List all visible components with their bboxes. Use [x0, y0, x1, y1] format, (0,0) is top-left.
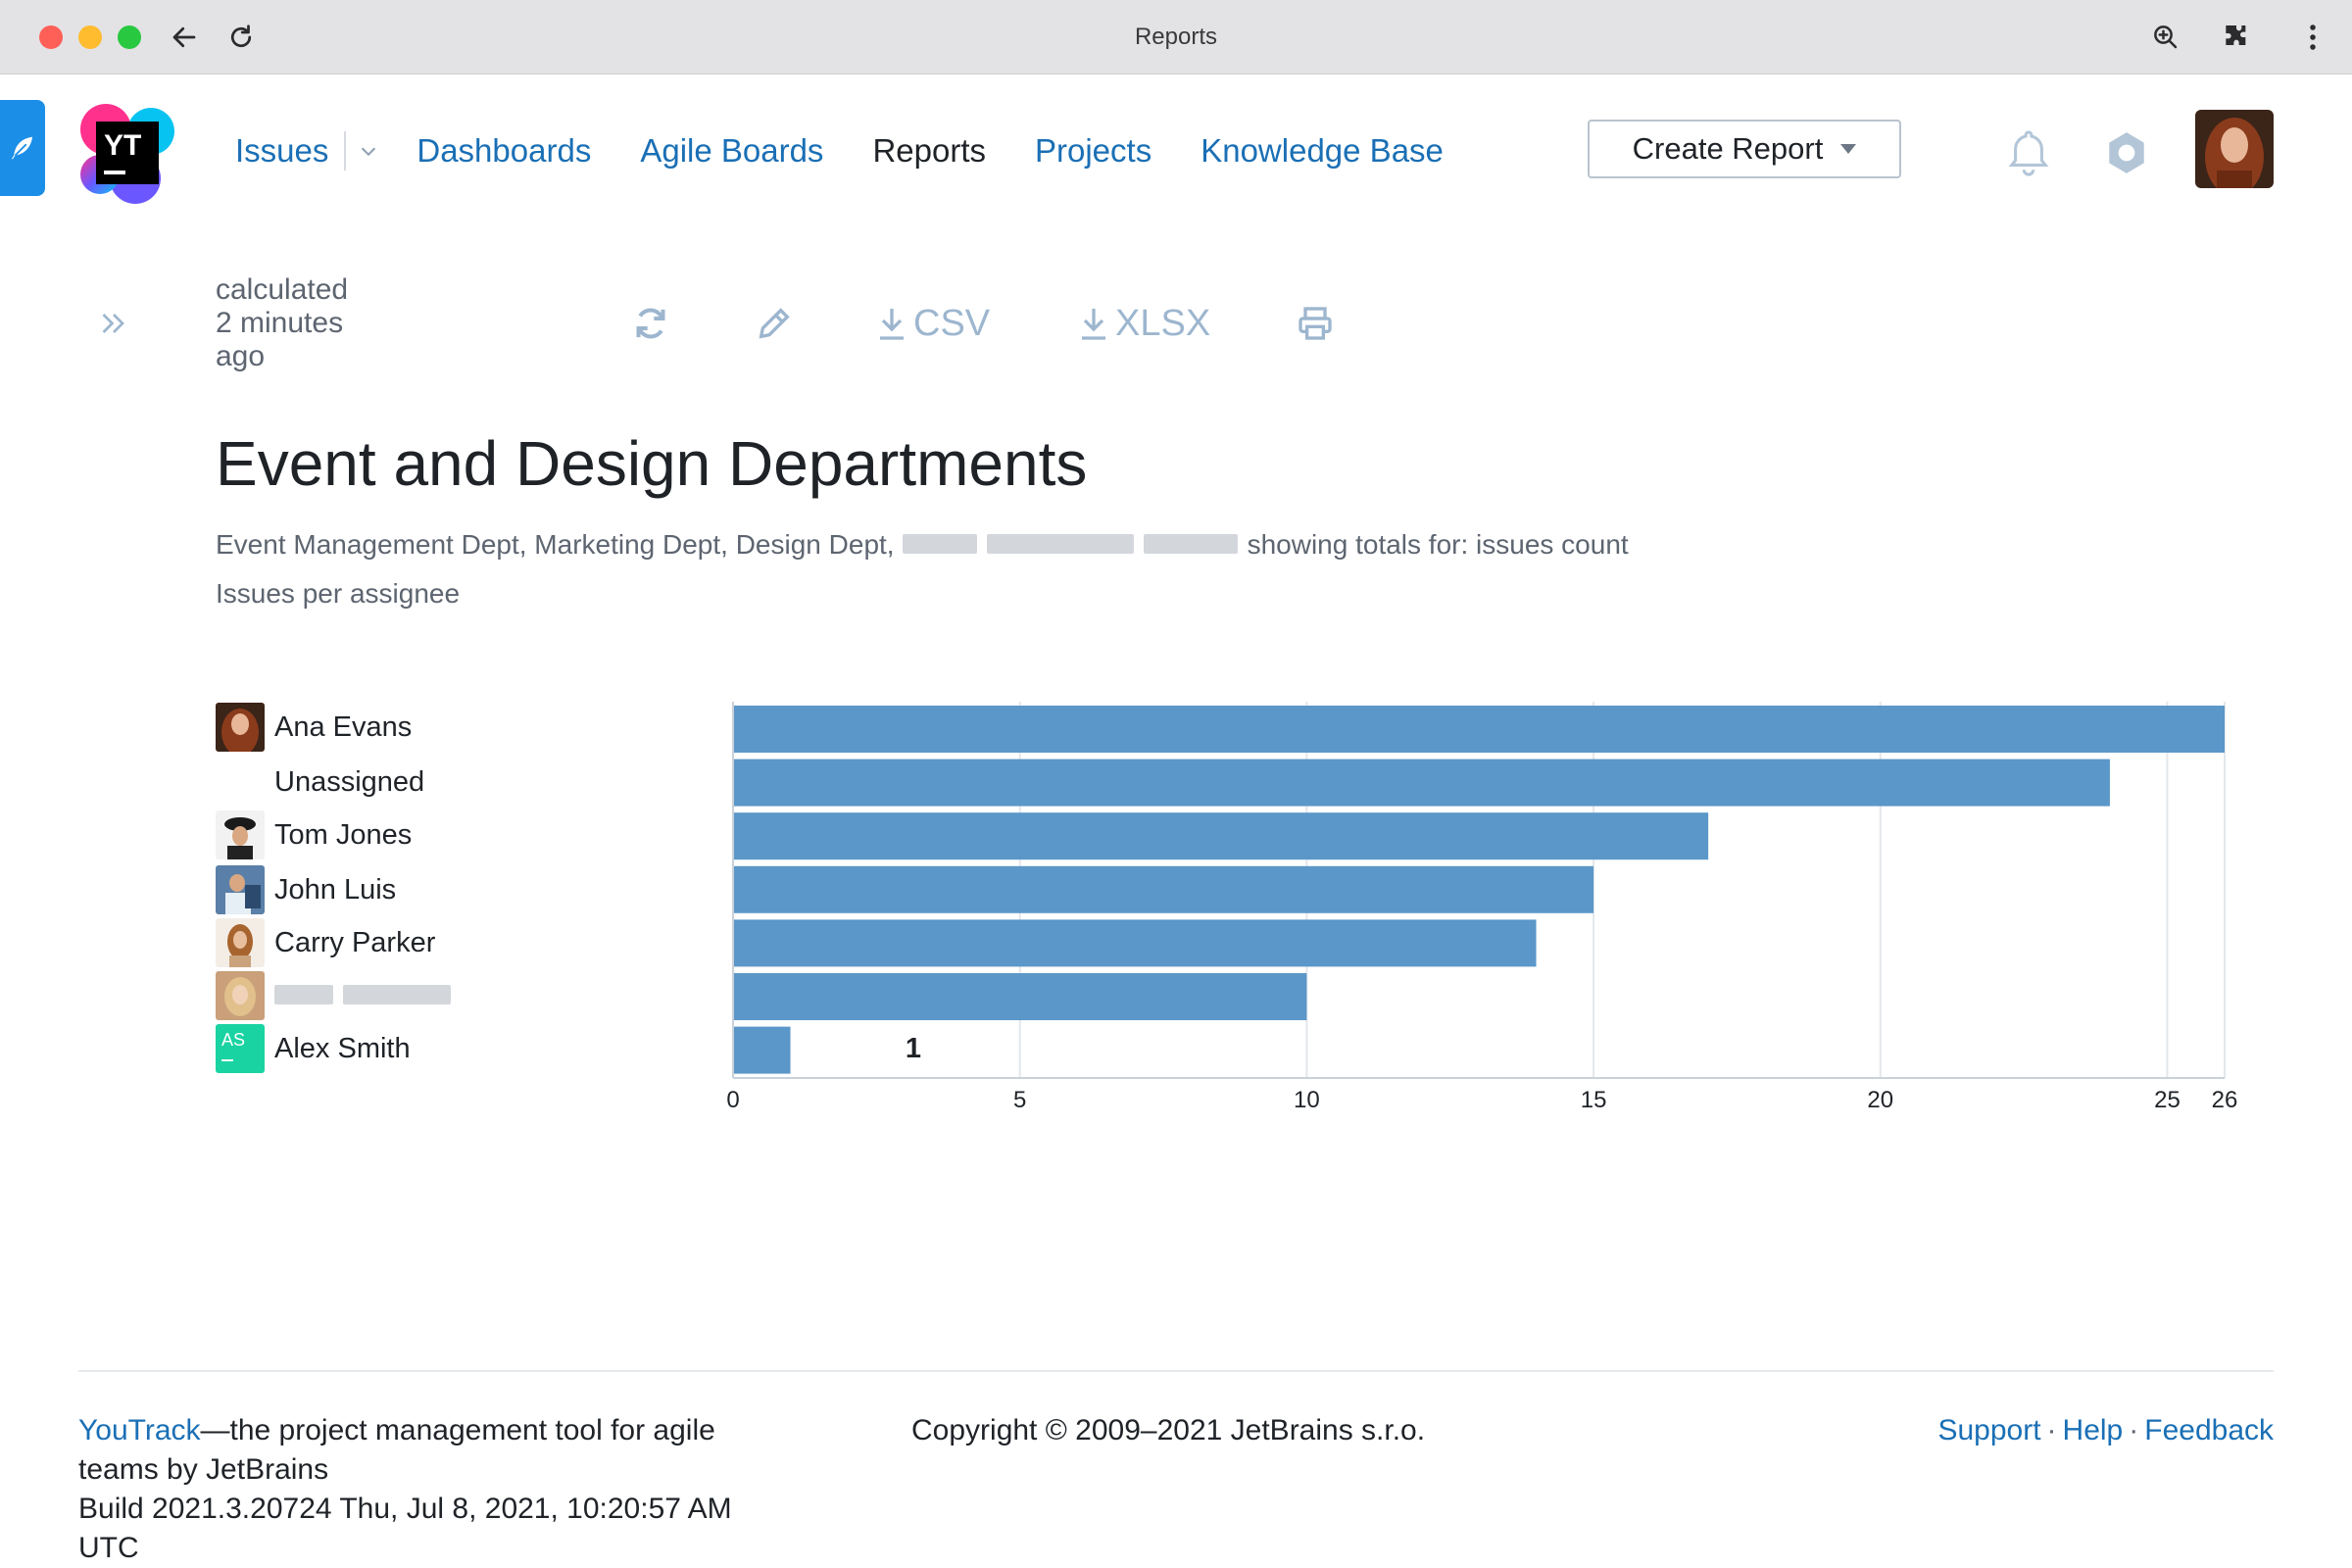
edit-report-button[interactable] — [755, 294, 794, 353]
recalculate-button[interactable] — [631, 294, 670, 353]
zoom-button[interactable] — [2146, 18, 2185, 57]
create-report-button[interactable]: Create Report — [1588, 120, 1901, 178]
puzzle-icon — [2226, 25, 2246, 45]
kebab-menu-icon — [2310, 24, 2316, 50]
create-report-label: Create Report — [1632, 131, 1824, 166]
youtrack-logo[interactable]: YT — [76, 102, 178, 204]
chart-row: AS Alex Smith 1 — [216, 1023, 921, 1074]
nav-dashboards[interactable]: Dashboards — [416, 132, 591, 170]
nav-knowledge-base[interactable]: Knowledge Base — [1200, 132, 1444, 170]
printer-icon — [1298, 307, 1332, 340]
logo-text: YT — [104, 129, 141, 162]
zoom-in-icon — [2154, 25, 2178, 49]
bar-chart: 0 5 10 15 20 25 26 — [726, 702, 2238, 1113]
download-icon — [1082, 309, 1105, 340]
calculated-status: calculated 2 minutes ago — [216, 273, 349, 372]
report-subtitle-prefix: Event Management Dept, Marketing Dept, D… — [216, 529, 895, 560]
bell-icon — [2008, 130, 2049, 176]
assignee-name: Unassigned — [274, 765, 425, 798]
double-chevron-right-icon — [102, 314, 124, 333]
bar[interactable] — [733, 865, 1594, 913]
bar[interactable] — [733, 706, 2225, 753]
caret-down-icon — [1840, 144, 1857, 154]
nav-reports[interactable]: Reports — [872, 132, 986, 170]
nav-issues-group: Issues — [235, 131, 379, 171]
expand-sidebar-button[interactable] — [96, 294, 131, 353]
main-nav: Issues Dashboards Agile Boards Reports P… — [235, 129, 1493, 172]
browser-title: Reports — [1134, 24, 1218, 50]
pencil-icon — [759, 308, 790, 339]
chart-row: 10 — [216, 970, 921, 1021]
bar[interactable] — [733, 919, 1537, 967]
nav-divider — [344, 131, 347, 171]
download-icon — [880, 309, 904, 340]
avatar-placeholder — [216, 758, 265, 807]
x-tick-label: 25 — [2154, 1087, 2180, 1113]
avatar — [216, 810, 265, 859]
extensions-button[interactable] — [2217, 18, 2256, 57]
chart-row: Unassigned 24 — [216, 757, 921, 808]
refresh-icon — [636, 308, 665, 339]
youtrack-link[interactable]: YouTrack — [78, 1414, 201, 1446]
print-button[interactable] — [1296, 294, 1335, 353]
support-link[interactable]: Support — [1937, 1414, 2040, 1446]
x-tick-label: 20 — [1867, 1087, 1893, 1113]
gear-icon — [2109, 132, 2144, 173]
assignee-name[interactable]: Ana Evans — [274, 711, 412, 744]
x-tick-label: 5 — [1013, 1087, 1026, 1113]
xlsx-label: XLSX — [1115, 302, 1211, 344]
user-avatar[interactable] — [2195, 110, 2274, 188]
avatar — [216, 971, 265, 1020]
report-description: Issues per assignee — [216, 578, 461, 609]
bar[interactable] — [733, 759, 2110, 807]
export-xlsx-button[interactable]: XLSX — [1076, 294, 1210, 353]
nav-agile-boards[interactable]: Agile Boards — [640, 132, 823, 170]
csv-label: CSV — [913, 302, 991, 344]
x-tick-label: 0 — [726, 1087, 739, 1113]
assignee-name[interactable]: Carry Parker — [274, 927, 435, 959]
feedback-link[interactable]: Feedback — [2144, 1414, 2274, 1446]
bar[interactable] — [733, 812, 1709, 860]
notifications-button[interactable] — [2001, 125, 2056, 180]
avatar-initials: AS — [221, 1030, 246, 1050]
avatar: AS — [216, 1024, 265, 1073]
avatar — [216, 865, 265, 914]
chart-row: John Luis 15 — [216, 864, 921, 915]
chart-row: Tom Jones 17 — [216, 809, 921, 860]
x-tick-label: 15 — [1581, 1087, 1607, 1113]
assignee-name[interactable]: John Luis — [274, 874, 396, 906]
nav-issues[interactable]: Issues — [235, 132, 328, 170]
chevron-down-icon[interactable] — [358, 140, 379, 162]
avatar — [216, 918, 265, 967]
report-title: Event and Design Departments — [216, 428, 1088, 499]
export-csv-button[interactable]: CSV — [874, 294, 990, 353]
assignee-name[interactable]: Tom Jones — [274, 819, 412, 852]
chart-row: Carry Parker 14 — [216, 917, 921, 968]
chart-row: Ana Evans 26 — [216, 702, 921, 753]
avatar — [216, 703, 265, 752]
footer-links: Support · Help · Feedback — [1937, 1414, 2274, 1446]
feather-icon — [11, 136, 32, 160]
report-subtitle: Event Management Dept, Marketing Dept, D… — [216, 529, 1629, 561]
redacted-text — [902, 529, 1248, 561]
bar[interactable] — [733, 973, 1307, 1020]
bar[interactable] — [733, 1026, 791, 1074]
footer-divider — [78, 1370, 2274, 1372]
redacted-assignee-name — [274, 980, 461, 1012]
footer-about: YouTrack—the project management tool for… — [78, 1411, 784, 1568]
report-subtitle-suffix: showing totals for: issues count — [1247, 529, 1629, 560]
assignee-name[interactable]: Alex Smith — [274, 1033, 411, 1065]
settings-button[interactable] — [2099, 125, 2154, 180]
x-tick-label: 10 — [1294, 1087, 1320, 1113]
help-link[interactable]: Help — [2063, 1414, 2124, 1446]
nav-projects[interactable]: Projects — [1035, 132, 1152, 170]
build-info: Build 2021.3.20724 Thu, Jul 8, 2021, 10:… — [78, 1493, 732, 1564]
whats-new-tab[interactable] — [0, 100, 45, 196]
browser-menu-button[interactable] — [2293, 18, 2332, 57]
x-tick-label: 26 — [2212, 1087, 2238, 1113]
copyright: Copyright © 2009–2021 JetBrains s.r.o. — [911, 1414, 1426, 1446]
browser-toolbar: Reports — [0, 0, 2352, 74]
